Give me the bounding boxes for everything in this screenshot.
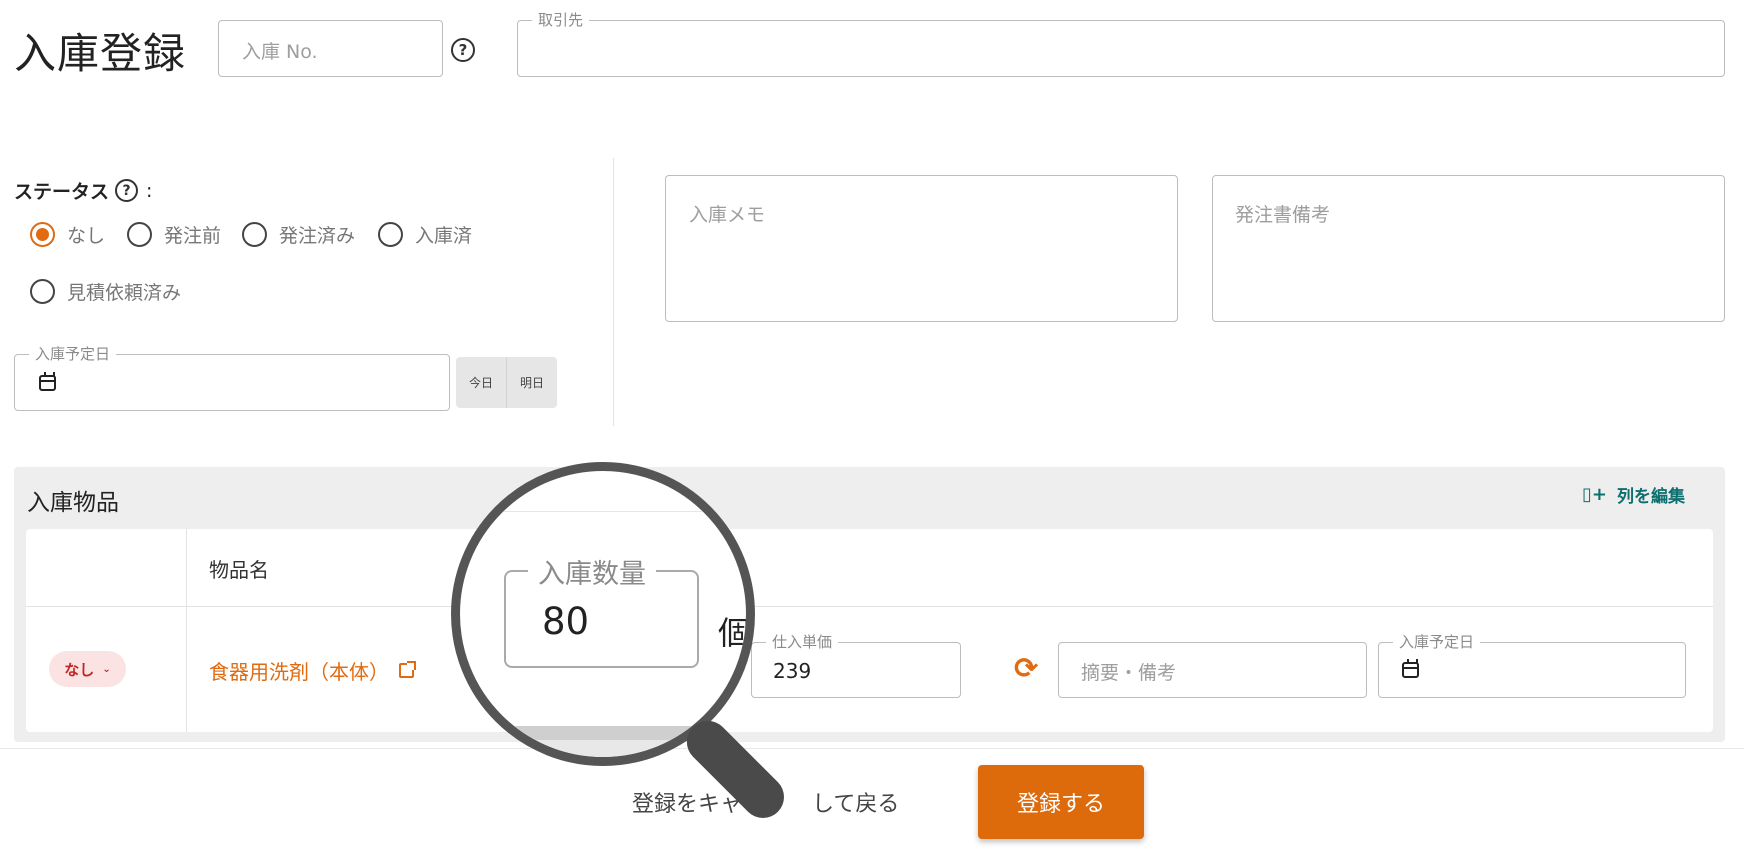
item-name: 食器用洗剤（本体）: [209, 660, 389, 684]
item-date-field[interactable]: 入庫予定日: [1378, 633, 1686, 698]
edit-columns-label: 列を編集: [1617, 487, 1685, 507]
receipt-memo-textarea[interactable]: 入庫メモ: [665, 175, 1178, 322]
po-notes-textarea[interactable]: 発注書備考: [1212, 175, 1725, 322]
status-radio-ordered[interactable]: 発注済み: [242, 221, 355, 248]
status-label-text: ステータス: [14, 181, 110, 203]
radio-label: なし: [67, 225, 106, 247]
external-link-icon: [399, 661, 416, 678]
status-badge-label: なし: [64, 660, 95, 679]
item-name-link[interactable]: 食器用洗剤（本体）: [209, 656, 416, 685]
radio-icon[interactable]: [127, 222, 152, 247]
chevron-down-icon: ⌄: [102, 663, 111, 675]
sync-icon[interactable]: ⟳: [1014, 653, 1038, 683]
magnifier-header-line: [460, 511, 746, 512]
status-radio-received[interactable]: 入庫済: [378, 221, 472, 248]
receipt-memo-placeholder: 入庫メモ: [689, 204, 766, 226]
unit-price-value: 239: [773, 659, 812, 683]
supplier-label: 取引先: [532, 11, 590, 29]
radio-icon[interactable]: [242, 222, 267, 247]
status-help-icon[interactable]: ?: [115, 179, 139, 202]
radio-label: 発注済み: [279, 225, 356, 247]
status-radio-before-order[interactable]: 発注前: [127, 221, 221, 248]
items-table: [26, 529, 1713, 732]
radio-icon[interactable]: [30, 279, 55, 304]
radio-icon[interactable]: [378, 222, 403, 247]
status-colon: :: [146, 179, 153, 202]
footer-divider: [0, 748, 1744, 749]
quantity-unit: 個: [718, 614, 751, 652]
table-column-divider: [186, 529, 187, 732]
calendar-icon: [1402, 659, 1419, 678]
status-label: ステータス ? :: [14, 177, 152, 204]
receipt-no-input[interactable]: 入庫 No.: [218, 20, 443, 77]
quantity-label: 入庫数量: [528, 552, 656, 591]
vertical-divider: [613, 158, 614, 426]
supplier-field[interactable]: 取引先: [517, 11, 1725, 77]
po-notes-placeholder: 発注書備考: [1235, 204, 1331, 226]
status-radio-quote-requested[interactable]: 見積依頼済み: [30, 278, 181, 305]
radio-label: 発注前: [164, 225, 222, 247]
status-radio-nashi[interactable]: なし: [30, 221, 105, 248]
cancel-label-visible: 登録をキャ: [632, 792, 743, 817]
edit-columns-button[interactable]: ▯+ 列を編集: [1582, 482, 1685, 507]
radio-selected-icon[interactable]: [30, 222, 55, 247]
table-row-divider: [26, 606, 1713, 607]
radio-label: 入庫済: [415, 225, 473, 247]
page-title: 入庫登録: [14, 29, 187, 78]
column-header-name: 物品名: [209, 558, 269, 582]
items-section-title: 入庫物品: [27, 490, 119, 516]
submit-button[interactable]: 登録する: [978, 765, 1144, 839]
help-icon[interactable]: ?: [451, 38, 475, 62]
remarks-placeholder: 摘要・備考: [1081, 662, 1177, 684]
item-date-label: 入庫予定日: [1393, 633, 1481, 651]
scheduled-date-label: 入庫予定日: [29, 345, 117, 363]
cancel-label-tail: して戻る: [812, 792, 900, 817]
quantity-field[interactable]: 入庫数量 80: [504, 552, 699, 668]
column-add-icon: ▯+: [1582, 484, 1607, 505]
calendar-icon: [39, 372, 56, 391]
receipt-no-placeholder: 入庫 No.: [242, 41, 318, 63]
unit-price-field[interactable]: 仕入単価 239: [751, 633, 961, 698]
tomorrow-button[interactable]: 明日: [506, 357, 557, 408]
status-badge[interactable]: なし ⌄: [49, 651, 126, 687]
unit-price-label: 仕入単価: [766, 633, 839, 651]
scheduled-date-field[interactable]: 入庫予定日: [14, 345, 450, 411]
today-button[interactable]: 今日: [456, 357, 506, 408]
remarks-input[interactable]: 摘要・備考: [1058, 642, 1367, 698]
quantity-value: 80: [542, 600, 590, 643]
radio-label: 見積依頼済み: [67, 282, 182, 304]
